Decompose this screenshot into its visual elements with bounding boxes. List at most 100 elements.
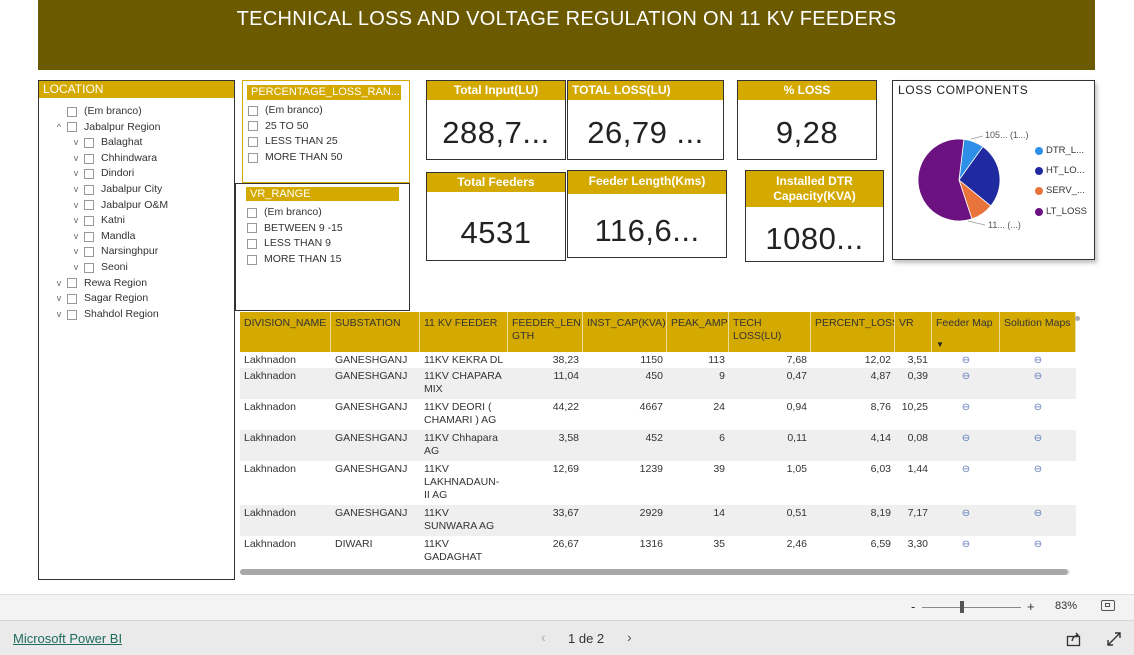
feeder-map-link-icon[interactable]: ⊖	[932, 505, 1000, 520]
solution-map-link-icon[interactable]: ⊖	[1000, 461, 1076, 476]
location-item[interactable]: v Chhindwara	[51, 151, 234, 167]
column-header[interactable]: TECH LOSS(LU)	[729, 312, 811, 352]
location-item[interactable]: v Jabalpur City	[51, 182, 234, 198]
checkbox[interactable]	[84, 169, 94, 180]
sort-descending-icon[interactable]: ▼	[936, 340, 944, 349]
location-item[interactable]: (Em branco)	[51, 104, 234, 120]
checkbox[interactable]	[67, 293, 77, 304]
column-header[interactable]: 11 KV FEEDER	[420, 312, 508, 352]
location-item[interactable]: v Mandla	[51, 229, 234, 245]
solution-map-link-icon[interactable]: ⊖	[1000, 505, 1076, 520]
expand-chevron-icon[interactable]: v	[68, 198, 84, 214]
checkbox[interactable]	[67, 122, 77, 133]
expand-chevron-icon[interactable]: v	[68, 213, 84, 229]
power-bi-link[interactable]: Microsoft Power BI	[13, 631, 122, 646]
next-page-icon[interactable]: ›	[627, 629, 632, 645]
feeder-map-link-icon[interactable]: ⊖	[932, 430, 1000, 445]
checkbox[interactable]	[67, 278, 77, 289]
zoom-slider-thumb[interactable]	[960, 601, 964, 613]
checkbox[interactable]	[247, 254, 257, 265]
checkbox[interactable]	[247, 223, 257, 234]
table-row[interactable]: Lakhnadon DIWARI 11KV GADAGHAT 26,67 1316 35 2…	[240, 536, 1076, 567]
feeder-map-link-icon[interactable]: ⊖	[932, 536, 1000, 551]
table-horizontal-scrollbar[interactable]	[240, 569, 1070, 575]
column-header[interactable]: FEEDER_LEN GTH	[508, 312, 583, 352]
fit-to-page-icon[interactable]	[1101, 600, 1115, 611]
expand-chevron-icon[interactable]: v	[51, 276, 67, 292]
column-header[interactable]: SUBSTATION	[331, 312, 420, 352]
checkbox[interactable]	[84, 184, 94, 195]
feeder-map-link-icon[interactable]: ⊖	[932, 461, 1000, 476]
vr-range-item[interactable]: (Em branco)	[247, 205, 409, 221]
legend-item[interactable]: SERV_...	[1035, 185, 1085, 196]
table-row[interactable]: Lakhnadon GANESHGANJ 11KV DEORI ( CHAMARI …	[240, 399, 1076, 430]
location-item[interactable]: v Balaghat	[51, 135, 234, 151]
column-header[interactable]: VR	[895, 312, 932, 352]
solution-map-link-icon[interactable]: ⊖	[1000, 368, 1076, 383]
checkbox[interactable]	[248, 105, 258, 116]
location-item[interactable]: v Rewa Region	[51, 276, 234, 292]
vr-range-item[interactable]: BETWEEN 9 -15	[247, 221, 409, 237]
prev-page-icon[interactable]: ‹	[541, 629, 546, 645]
column-header[interactable]: INST_CAP(KVA)	[583, 312, 667, 352]
location-item[interactable]: v Sagar Region	[51, 291, 234, 307]
table-row[interactable]: Lakhnadon GANESHGANJ 11KV KEKRA DL 38,23 115…	[240, 352, 1076, 368]
expand-chevron-icon[interactable]: v	[68, 182, 84, 198]
table-scroll-dot[interactable]	[1075, 316, 1080, 321]
loss-range-item[interactable]: (Em branco)	[248, 103, 409, 119]
column-header[interactable]: Solution Maps	[1000, 312, 1076, 352]
location-item[interactable]: ^ Jabalpur Region	[51, 120, 234, 136]
share-icon[interactable]	[1066, 631, 1082, 647]
checkbox[interactable]	[247, 207, 257, 218]
expand-chevron-icon[interactable]: v	[68, 244, 84, 260]
checkbox[interactable]	[248, 152, 258, 163]
zoom-in-button[interactable]: +	[1027, 599, 1035, 614]
checkbox[interactable]	[248, 121, 258, 132]
loss-range-item[interactable]: LESS THAN 25	[248, 134, 409, 150]
checkbox[interactable]	[84, 137, 94, 148]
location-item[interactable]: v Katni	[51, 213, 234, 229]
checkbox[interactable]	[247, 238, 257, 249]
expand-chevron-icon[interactable]: v	[68, 166, 84, 182]
column-header[interactable]: DIVISION_NAME	[240, 312, 331, 352]
legend-item[interactable]: DTR_L...	[1035, 145, 1084, 156]
location-item[interactable]: v Jabalpur O&M	[51, 198, 234, 214]
feeder-map-link-icon[interactable]: ⊖	[932, 399, 1000, 414]
table-row[interactable]: Lakhnadon GANESHGANJ 11KV LAKHNADAUN-II AG…	[240, 461, 1076, 505]
legend-item[interactable]: HT_LO...	[1035, 165, 1085, 176]
loss-range-item[interactable]: MORE THAN 50	[248, 150, 409, 166]
checkbox[interactable]	[67, 106, 77, 117]
expand-chevron-icon[interactable]: v	[68, 260, 84, 276]
expand-chevron-icon[interactable]: v	[68, 151, 84, 167]
checkbox[interactable]	[84, 262, 94, 273]
feeder-map-link-icon[interactable]: ⊖	[932, 352, 1000, 367]
checkbox[interactable]	[84, 200, 94, 211]
location-item[interactable]: v Shahdol Region	[51, 307, 234, 323]
column-header[interactable]: PEAK_AMP	[667, 312, 729, 352]
location-item[interactable]: v Dindori	[51, 166, 234, 182]
zoom-out-button[interactable]: -	[911, 599, 915, 614]
location-item[interactable]: v Narsinghpur	[51, 244, 234, 260]
expand-chevron-icon[interactable]: v	[51, 291, 67, 307]
table-row[interactable]: Lakhnadon GANESHGANJ 11KV SUNWARA AG 33,67 2…	[240, 505, 1076, 536]
feeder-map-link-icon[interactable]: ⊖	[932, 368, 1000, 383]
vr-range-item[interactable]: LESS THAN 9	[247, 236, 409, 252]
expand-chevron-icon[interactable]: v	[51, 307, 67, 323]
expand-chevron-icon[interactable]: ^	[51, 120, 67, 136]
loss-range-item[interactable]: 25 TO 50	[248, 119, 409, 135]
checkbox[interactable]	[84, 215, 94, 226]
expand-chevron-icon[interactable]: v	[68, 229, 84, 245]
checkbox[interactable]	[84, 231, 94, 242]
table-row[interactable]: Lakhnadon GANESHGANJ 11KV Chhapara AG 3,58 4…	[240, 430, 1076, 461]
expand-chevron-icon[interactable]: v	[68, 135, 84, 151]
vr-range-item[interactable]: MORE THAN 15	[247, 252, 409, 268]
scrollbar-thumb[interactable]	[240, 569, 1068, 575]
legend-item[interactable]: LT_LOSS	[1035, 206, 1087, 217]
solution-map-link-icon[interactable]: ⊖	[1000, 536, 1076, 551]
zoom-slider-track[interactable]	[922, 607, 1021, 608]
checkbox[interactable]	[67, 309, 77, 320]
fullscreen-icon[interactable]	[1106, 631, 1122, 647]
checkbox[interactable]	[84, 247, 94, 258]
location-item[interactable]: v Seoni	[51, 260, 234, 276]
solution-map-link-icon[interactable]: ⊖	[1000, 430, 1076, 445]
